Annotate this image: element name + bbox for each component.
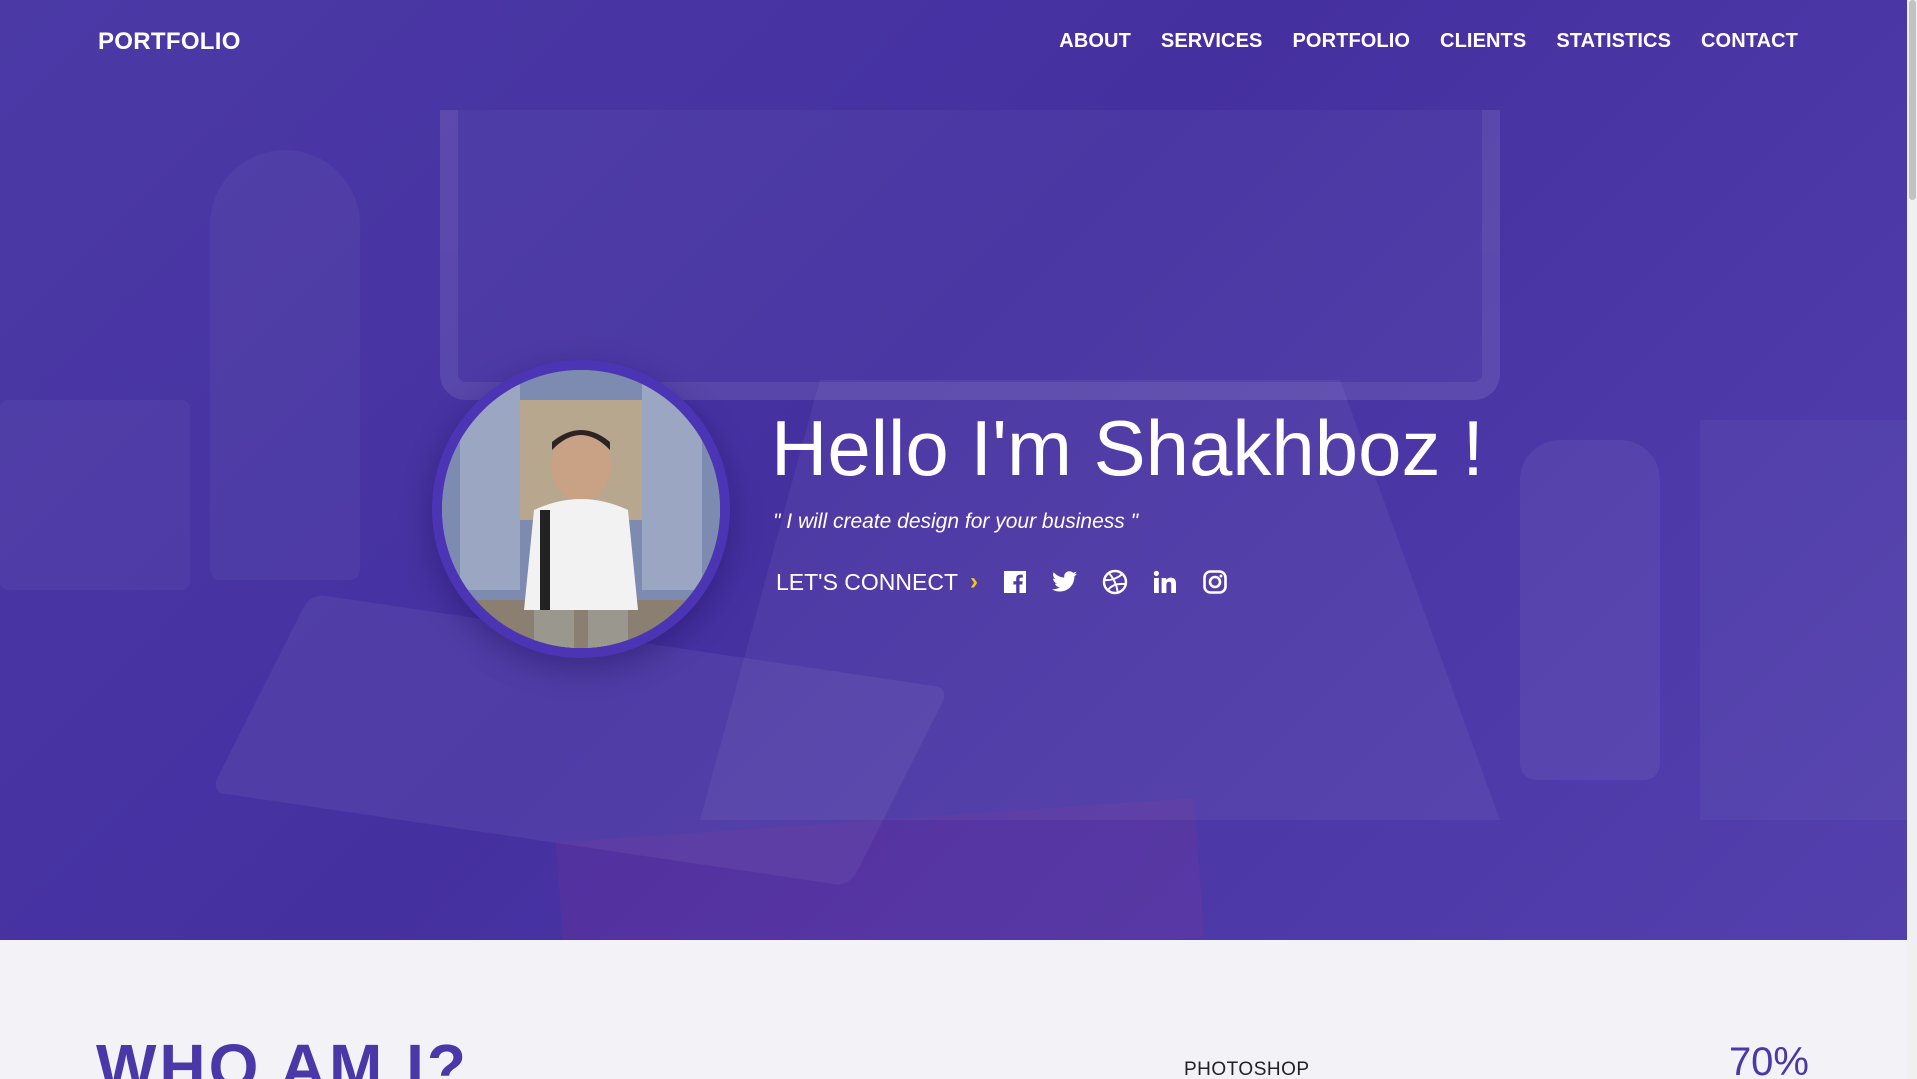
nav-item-clients[interactable]: CLIENTS (1440, 30, 1526, 53)
dribbble-icon[interactable] (1102, 569, 1128, 595)
skill-name: PHOTOSHOP (1184, 1059, 1310, 1079)
scrollbar-thumb[interactable] (1909, 0, 1916, 200)
nav-item-contact[interactable]: CONTACT (1701, 30, 1798, 53)
brand-logo[interactable]: PORTFOLIO (98, 28, 241, 56)
nav-item-about[interactable]: ABOUT (1059, 30, 1131, 53)
background-mug (210, 150, 360, 580)
nav-item-statistics[interactable]: STATISTICS (1556, 30, 1671, 53)
linkedin-icon[interactable] (1152, 569, 1178, 595)
hero-section: PORTFOLIO ABOUT SERVICES PORTFOLIO CLIEN… (0, 0, 1907, 940)
background-monitor (440, 110, 1500, 400)
avatar-photo (442, 370, 720, 648)
nav-item-services[interactable]: SERVICES (1161, 30, 1263, 53)
connect-row: LET'S CONNECT › (776, 565, 1228, 599)
chevron-right-icon: › (970, 568, 979, 595)
background-mousepad (555, 797, 1205, 940)
avatar-illustration (442, 370, 720, 648)
hero-greeting: Hello I'm Shakhboz ! (771, 404, 1484, 492)
about-title: WHO AM I? (96, 1031, 469, 1079)
twitter-icon[interactable] (1052, 569, 1078, 595)
skill-percent: 70% (1728, 1040, 1809, 1079)
facebook-icon[interactable] (1002, 569, 1028, 595)
background-laptop (1700, 420, 1907, 820)
page-scrollbar[interactable] (1907, 0, 1917, 1079)
nav-item-portfolio[interactable]: PORTFOLIO (1292, 30, 1410, 53)
background-lamp (1520, 440, 1660, 780)
instagram-icon[interactable] (1202, 569, 1228, 595)
hero-tagline: " I will create design for your business… (773, 510, 1139, 533)
main-nav: ABOUT SERVICES PORTFOLIO CLIENTS STATIST… (1059, 30, 1798, 53)
background-pencil-cup (0, 400, 190, 590)
social-links (1002, 569, 1228, 595)
avatar-frame (432, 360, 730, 658)
connect-label[interactable]: LET'S CONNECT (776, 569, 958, 596)
